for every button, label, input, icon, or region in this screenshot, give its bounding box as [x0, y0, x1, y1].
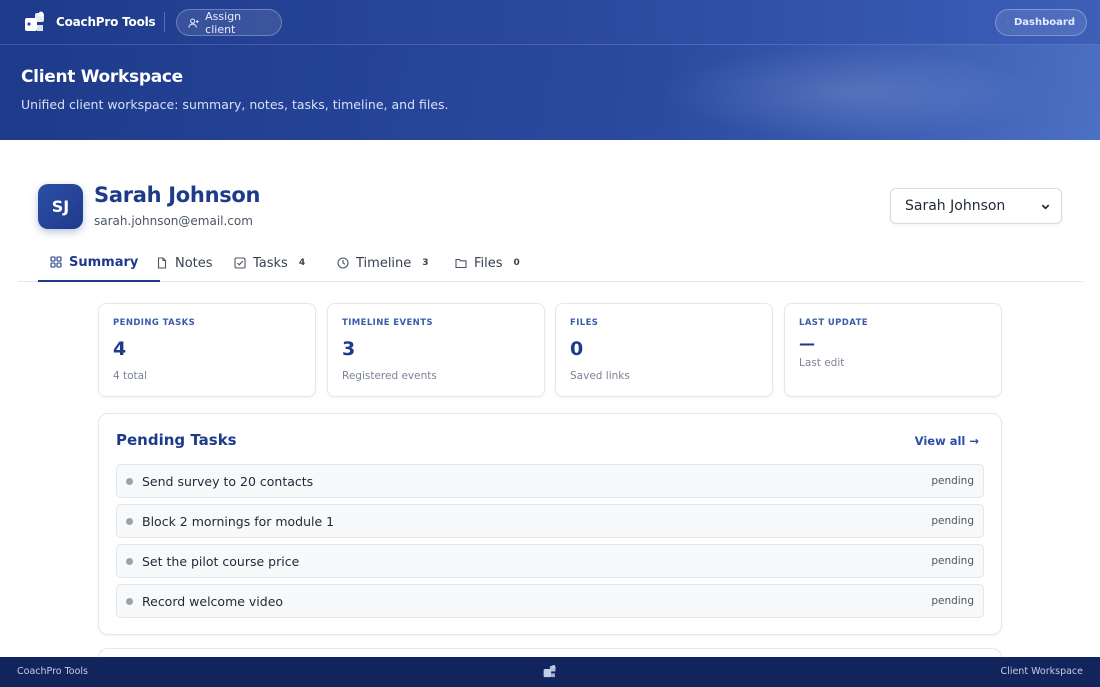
stat-value: 4: [113, 338, 127, 360]
tab-summary[interactable]: Summary: [38, 244, 160, 282]
stat-value: —: [799, 334, 815, 353]
stat-sub: 4 total: [113, 370, 148, 382]
brand[interactable]: CoachPro Tools: [24, 11, 156, 33]
task-status: pending: [931, 515, 974, 527]
tab-tasks[interactable]: Tasks 4: [234, 244, 309, 282]
status-dot-icon: [126, 517, 133, 525]
stat-card-last-update: LAST UPDATE — Last edit: [784, 303, 1002, 397]
stat-label: FILES: [570, 318, 599, 328]
avatar: SJ: [38, 184, 83, 229]
task-status: pending: [931, 555, 974, 567]
status-dot-icon: [126, 557, 133, 565]
tab-count-badge: 0: [513, 258, 520, 268]
hero-glow: [660, 45, 1040, 140]
client-select[interactable]: Sarah Johnson: [890, 188, 1062, 224]
hero-banner: Client Workspace Unified client workspac…: [0, 45, 1100, 140]
grid-icon: [50, 256, 62, 268]
footer-brand: CoachPro Tools: [17, 666, 89, 677]
task-status: pending: [931, 595, 974, 607]
panel-title: Pending Tasks: [116, 431, 237, 449]
status-dot-icon: [126, 477, 133, 485]
footer: CoachPro Tools Client Workspace: [0, 657, 1100, 687]
view-all-link[interactable]: View all →: [915, 434, 979, 448]
task-status: pending: [931, 475, 974, 487]
top-navbar: CoachPro Tools Assign client Dashboard: [0, 0, 1100, 45]
stat-card-timeline-events: TIMELINE EVENTS 3 Registered events: [327, 303, 545, 397]
tab-label: Notes: [175, 255, 213, 271]
tab-label: Files: [474, 255, 503, 271]
task-text: Set the pilot course price: [142, 553, 300, 569]
stat-card-pending-tasks: PENDING TASKS 4 4 total: [98, 303, 316, 397]
stat-label: TIMELINE EVENTS: [342, 318, 433, 328]
folder-icon: [455, 258, 467, 269]
stat-label: LAST UPDATE: [799, 318, 868, 328]
task-text: Block 2 mornings for module 1: [142, 513, 335, 529]
assign-client-button[interactable]: Assign client: [176, 9, 282, 36]
stat-label: PENDING TASKS: [113, 318, 196, 328]
tab-files[interactable]: Files 0: [455, 244, 524, 282]
add-user-icon: [188, 18, 199, 28]
footer-page-name: Client Workspace: [1000, 666, 1083, 677]
stat-sub: Last edit: [799, 357, 845, 369]
document-icon: [157, 257, 167, 269]
stat-sub: Registered events: [342, 370, 437, 382]
chevron-down-icon: [1041, 204, 1050, 210]
stat-value: 0: [570, 338, 584, 360]
task-text: Send survey to 20 contacts: [142, 473, 314, 489]
task-text: Record welcome video: [142, 593, 284, 609]
tab-bar: Summary Notes Tasks 4 Timeline 3 Files 0: [18, 244, 1083, 282]
stat-value: 3: [342, 338, 356, 360]
grid-icon: [1007, 22, 1008, 23]
tab-label: Timeline: [356, 255, 412, 271]
tab-notes[interactable]: Notes: [156, 244, 213, 282]
client-select-value: Sarah Johnson: [905, 198, 1006, 214]
page-title: Client Workspace: [21, 67, 183, 87]
status-dot-icon: [126, 597, 133, 605]
tab-count-badge: 3: [422, 258, 429, 268]
page-subtitle: Unified client workspace: summary, notes…: [21, 97, 449, 112]
puzzle-logo-icon: [25, 11, 44, 31]
stat-sub: Saved links: [570, 370, 630, 382]
tab-label: Tasks: [253, 255, 288, 271]
tab-timeline[interactable]: Timeline 3: [337, 244, 433, 282]
clock-icon: [337, 257, 349, 269]
assign-client-label: Assign client: [205, 9, 242, 36]
task-row[interactable]: Record welcome video pending: [116, 584, 984, 618]
client-name: Sarah Johnson: [94, 183, 261, 207]
pending-tasks-panel: Pending Tasks View all → Send survey to …: [98, 413, 1002, 635]
task-row[interactable]: Set the pilot course price pending: [116, 544, 984, 578]
dashboard-label: Dashboard: [1014, 17, 1075, 28]
puzzle-logo-icon: [543, 665, 556, 678]
client-email: sarah.johnson@email.com: [94, 214, 253, 228]
task-row[interactable]: Block 2 mornings for module 1 pending: [116, 504, 984, 538]
divider: [164, 12, 165, 32]
checkbox-icon: [234, 257, 246, 269]
tab-label: Summary: [69, 254, 139, 270]
tab-count-badge: 4: [298, 258, 306, 268]
stat-card-files: FILES 0 Saved links: [555, 303, 773, 397]
brand-name: CoachPro Tools: [56, 15, 156, 29]
task-row[interactable]: Send survey to 20 contacts pending: [116, 464, 984, 498]
dashboard-button[interactable]: Dashboard: [995, 9, 1087, 36]
